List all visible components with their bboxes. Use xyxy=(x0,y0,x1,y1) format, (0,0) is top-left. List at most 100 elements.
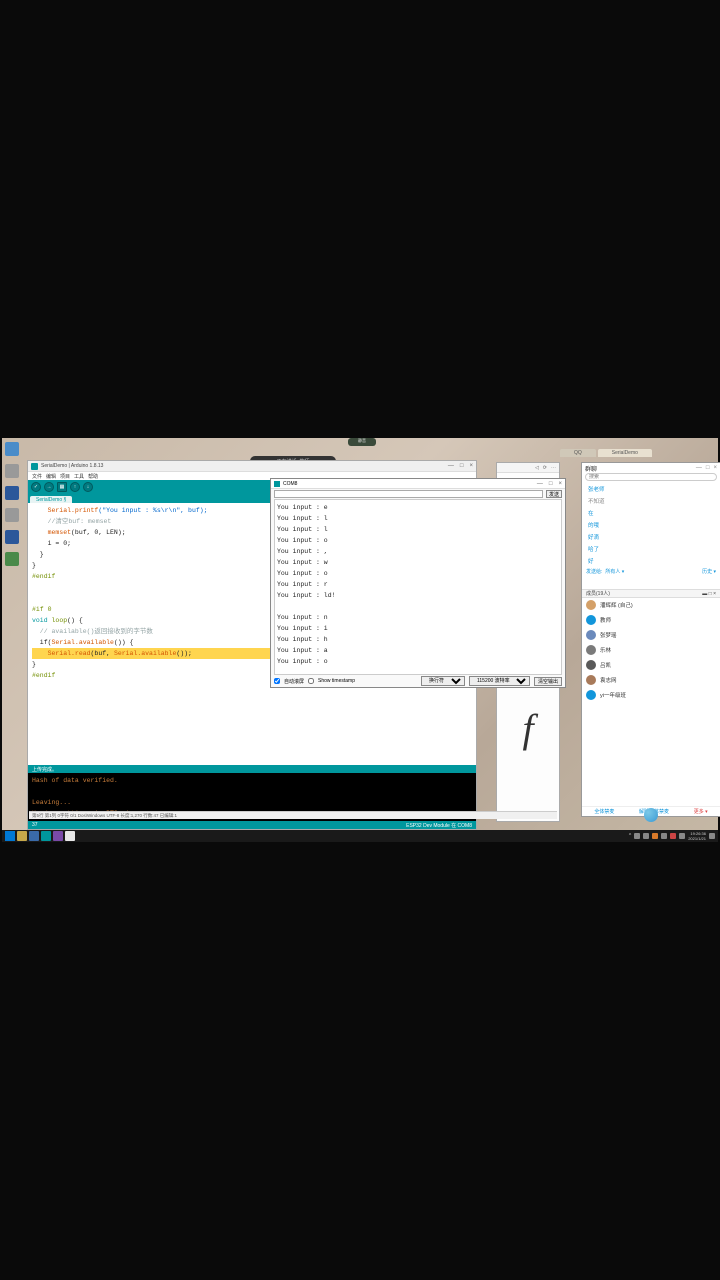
bg-tab-2[interactable]: SerialDemo xyxy=(598,449,652,457)
cat-item[interactable]: 不知道 xyxy=(588,497,714,505)
dock-icon-3[interactable] xyxy=(5,486,19,500)
reload-icon[interactable]: ⟳ xyxy=(543,465,547,471)
member-name: 乐林 xyxy=(600,646,611,654)
browser-toolbar: ◁ ⟳ ⋯ xyxy=(497,463,559,473)
tray-chevron-icon[interactable]: ^ xyxy=(629,833,631,839)
maximize-icon[interactable]: □ xyxy=(549,481,553,487)
cat-item[interactable]: 好 xyxy=(588,557,714,565)
filter-label: 发送给: xyxy=(586,568,602,575)
timestamp-checkbox[interactable] xyxy=(308,678,314,684)
autoscroll-checkbox[interactable] xyxy=(274,678,280,684)
chat-title: 群聊 xyxy=(585,464,597,473)
avatar xyxy=(586,675,596,685)
sketch-tab[interactable]: SerialDemo § xyxy=(30,496,72,503)
member-row[interactable]: yi一年级班 xyxy=(586,690,716,700)
taskbar-app-1[interactable] xyxy=(17,831,27,841)
tray-icon[interactable] xyxy=(652,833,658,839)
dock-icon-6[interactable] xyxy=(5,552,19,566)
mute-all-button[interactable]: 全体禁麦 xyxy=(594,808,614,815)
member-row[interactable]: 吕凯 xyxy=(586,660,716,670)
code-token: if( xyxy=(32,639,52,646)
chat-window: 群聊 — □ × 张老师 不知道 在 的哦 好滴 哈了 好 发送给: 所有人 ▾… xyxy=(581,462,720,817)
dock-icon-1[interactable] xyxy=(5,442,19,456)
maximize-icon[interactable]: □ xyxy=(460,463,464,469)
tray-icon[interactable] xyxy=(679,833,685,839)
tray-icon[interactable] xyxy=(643,833,649,839)
taskbar-app-4[interactable] xyxy=(53,831,63,841)
avatar xyxy=(586,645,596,655)
upload-button[interactable]: → xyxy=(44,482,54,492)
dock-icon-2[interactable] xyxy=(5,464,19,478)
taskbar-app-3[interactable] xyxy=(41,831,51,841)
member-row[interactable]: 潘辉辉 (自己) xyxy=(586,600,716,610)
cat-item[interactable]: 哈了 xyxy=(588,545,714,553)
member-name: 吕凯 xyxy=(600,661,611,669)
chat-search-input[interactable] xyxy=(585,473,717,481)
member-row[interactable]: 袁志网 xyxy=(586,675,716,685)
member-row[interactable]: 张梦瑶 xyxy=(586,630,716,640)
tray-icon[interactable] xyxy=(634,833,640,839)
close-icon[interactable]: × xyxy=(713,465,717,471)
chat-search-wrap xyxy=(582,473,720,483)
code-token: loop xyxy=(52,617,68,624)
member-name: 教师 xyxy=(600,616,611,624)
menu-file[interactable]: 文件 xyxy=(32,473,42,480)
code-token: Serial xyxy=(52,639,75,646)
member-name: 潘辉辉 (自己) xyxy=(600,601,633,609)
member-name: 张梦瑶 xyxy=(600,631,617,639)
minimize-icon[interactable]: — xyxy=(448,463,454,469)
code-token: () { xyxy=(67,617,83,624)
avatar xyxy=(586,660,596,670)
cat-item[interactable]: 好滴 xyxy=(588,533,714,541)
code-token: void xyxy=(32,617,52,624)
filter-history[interactable]: 历史 ▾ xyxy=(702,568,716,575)
editor-statusbar: 第5行 第1列 0字符 0/1 Dos\Windows UTF-8 长度:1,2… xyxy=(29,811,557,819)
floating-assistant-icon[interactable] xyxy=(644,808,658,822)
more-button[interactable]: 更多 ▾ xyxy=(694,808,708,815)
avatar xyxy=(586,630,596,640)
close-icon[interactable]: × xyxy=(558,481,562,487)
member-name: yi一年级班 xyxy=(600,691,626,699)
bg-tab-1[interactable]: QQ xyxy=(560,449,596,457)
dock-icon-4[interactable] xyxy=(5,508,19,522)
send-button[interactable]: 发送 xyxy=(546,490,562,498)
line-ending-select[interactable]: 换行符 xyxy=(421,676,465,686)
save-button[interactable]: ↓ xyxy=(83,482,93,492)
cat-item[interactable]: 张老师 xyxy=(588,485,714,493)
member-row[interactable]: 教师 xyxy=(586,615,716,625)
taskbar-app-5[interactable] xyxy=(65,831,75,841)
code-comment: //清空buf: memset xyxy=(32,518,111,525)
filter-target[interactable]: 所有人 ▾ xyxy=(605,568,624,575)
serial-input[interactable] xyxy=(274,490,543,498)
close-icon[interactable]: × xyxy=(469,463,473,469)
minimize-icon[interactable]: — xyxy=(537,481,543,487)
open-button[interactable]: ↑ xyxy=(70,482,80,492)
back-icon[interactable]: ◁ xyxy=(535,465,539,471)
clear-button[interactable]: 清空输出 xyxy=(534,677,562,686)
tray-icon[interactable] xyxy=(661,833,667,839)
maximize-icon[interactable]: □ xyxy=(706,465,710,471)
arduino-title: SerialDemo | Arduino 1.8.13 xyxy=(41,463,448,469)
notifications-icon[interactable] xyxy=(709,833,715,839)
menu-help[interactable]: 帮助 xyxy=(88,473,98,480)
serial-output[interactable]: You input : e You input : l You input : … xyxy=(274,499,562,675)
clock[interactable]: 19:26:36 2021/1/21 xyxy=(688,831,706,841)
menu-edit[interactable]: 编辑 xyxy=(46,473,56,480)
menu-sketch[interactable]: 项目 xyxy=(60,473,70,480)
code-token: Serial xyxy=(32,507,71,514)
taskbar-app-2[interactable] xyxy=(29,831,39,841)
new-button[interactable]: ▦ xyxy=(57,482,67,492)
dock-icon-5[interactable] xyxy=(5,530,19,544)
verify-button[interactable]: ✓ xyxy=(31,482,41,492)
tray-icon[interactable] xyxy=(670,833,676,839)
menu-tools[interactable]: 工具 xyxy=(74,473,84,480)
minimize-icon[interactable]: — xyxy=(696,465,702,471)
code-token: ()) { xyxy=(114,639,134,646)
start-button[interactable] xyxy=(5,831,15,841)
members-controls[interactable]: ▬ □ × xyxy=(702,591,716,597)
cat-item[interactable]: 在 xyxy=(588,509,714,517)
member-row[interactable]: 乐林 xyxy=(586,645,716,655)
menu-icon[interactable]: ⋯ xyxy=(551,465,556,471)
cat-item[interactable]: 的哦 xyxy=(588,521,714,529)
baud-select[interactable]: 115200 波特率 xyxy=(469,676,530,686)
